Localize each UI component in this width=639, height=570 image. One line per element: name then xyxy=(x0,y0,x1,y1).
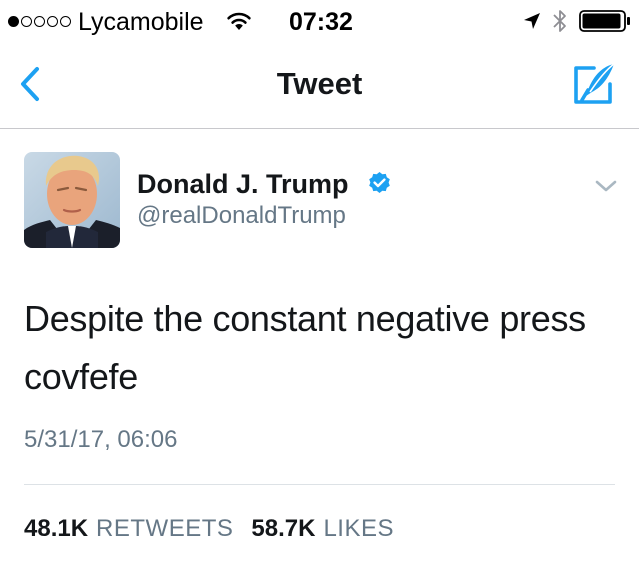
divider xyxy=(24,484,615,485)
profile-photo-icon xyxy=(24,152,120,248)
signal-dot xyxy=(60,15,71,27)
likes-label: LIKES xyxy=(323,515,394,542)
signal-dot xyxy=(21,15,32,27)
retweets-label: RETWEETS xyxy=(96,515,234,542)
carrier-name: Lycamobile xyxy=(78,8,204,36)
signal-dot xyxy=(34,15,45,27)
location-arrow-icon xyxy=(524,13,540,29)
compose-tweet-icon[interactable] xyxy=(570,60,618,108)
retweets-stat[interactable]: 48.1K RETWEETS xyxy=(24,514,233,544)
battery-level xyxy=(582,13,621,29)
chevron-down-icon[interactable] xyxy=(592,175,620,197)
signal-dot xyxy=(8,15,19,27)
status-bar: Lycamobile 07:32 xyxy=(0,0,639,42)
navigation-bar: Tweet xyxy=(0,42,639,129)
verified-badge-icon xyxy=(369,172,390,193)
battery-icon xyxy=(579,10,630,32)
avatar[interactable] xyxy=(24,152,120,248)
bluetooth-icon xyxy=(553,10,566,32)
author-name[interactable]: Donald J. Trump xyxy=(137,168,349,200)
signal-dot xyxy=(47,15,58,27)
signal-strength-icon xyxy=(8,14,71,28)
tweet-timestamp: 5/31/17, 06:06 xyxy=(24,426,178,453)
likes-stat[interactable]: 58.7K LIKES xyxy=(251,514,394,544)
status-time: 07:32 xyxy=(289,8,353,36)
tweet-stats: 48.1K RETWEETS 58.7K LIKES xyxy=(24,514,412,544)
wifi-icon xyxy=(227,12,251,30)
page-title: Tweet xyxy=(276,66,363,101)
likes-count: 58.7K xyxy=(251,515,316,542)
author-handle[interactable]: @realDonaldTrump xyxy=(137,201,346,231)
retweets-count: 48.1K xyxy=(24,515,89,542)
tweet-text: Despite the constant negative press covf… xyxy=(24,298,586,397)
